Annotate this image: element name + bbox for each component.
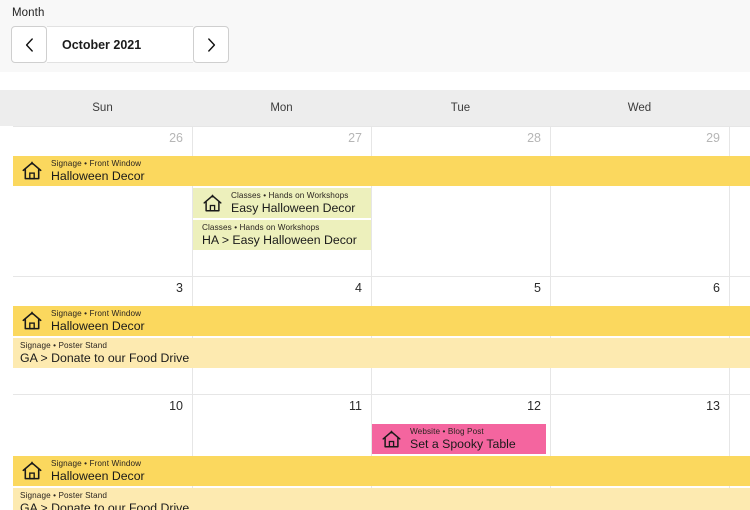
- event-title: Set a Spooky Table: [410, 436, 516, 451]
- event-category: Signage • Front Window: [51, 158, 142, 168]
- day-cell-7[interactable]: [729, 276, 750, 305]
- day-cell-13[interactable]: 13: [550, 394, 729, 423]
- event-halloween-decor[interactable]: Signage • Front Window Halloween Decor: [13, 306, 750, 336]
- current-month-display[interactable]: October 2021: [47, 26, 193, 63]
- event-set-a-spooky-table[interactable]: Website • Blog Post Set a Spooky Table: [372, 424, 546, 454]
- day-cell-14[interactable]: [729, 394, 750, 423]
- event-ha-easy-halloween-decor[interactable]: Classes • Hands on Workshops HA > Easy H…: [193, 220, 371, 250]
- event-category: Signage • Poster Stand: [20, 340, 107, 350]
- day-cell-11[interactable]: 11: [192, 394, 371, 423]
- calendar-week-3: 10 11 12 13 Website • Blog Post Set a Sp…: [0, 394, 750, 510]
- day-cell-28[interactable]: 28: [371, 126, 550, 155]
- month-field-label: Month: [12, 7, 45, 19]
- grid-lines: [0, 187, 750, 219]
- day-header-thu: Thu: [729, 90, 750, 126]
- event-title: Halloween Decor: [51, 318, 145, 333]
- week-1-event-row-2: Classes • Hands on Workshops Easy Hallow…: [0, 187, 750, 219]
- next-month-button[interactable]: [193, 26, 229, 63]
- day-cell-6[interactable]: 6: [550, 276, 729, 305]
- week-2-event-row-1: Signage • Front Window Halloween Decor: [0, 305, 750, 337]
- day-of-week-header: Sun Mon Tue Wed Thu: [0, 90, 750, 126]
- day-cell-4[interactable]: 4: [192, 276, 371, 305]
- event-category: Classes • Hands on Workshops: [231, 190, 349, 200]
- event-category: Classes • Hands on Workshops: [202, 222, 320, 232]
- calendar-grid: Sun Mon Tue Wed Thu 26 27 28 29: [0, 90, 750, 510]
- event-title: Halloween Decor: [51, 168, 145, 183]
- day-header-wed: Wed: [627, 102, 652, 114]
- event-halloween-decor[interactable]: Signage • Front Window Halloween Decor: [13, 456, 750, 486]
- calendar-week-1: 26 27 28 29 Signage • Front Window Hallo…: [0, 126, 750, 276]
- week-1-event-row-3: Classes • Hands on Workshops HA > Easy H…: [0, 219, 750, 276]
- month-selector: October 2021: [11, 26, 229, 63]
- day-cell-10[interactable]: 10: [13, 394, 192, 423]
- event-category: Website • Blog Post: [410, 426, 484, 436]
- home-icon: [20, 459, 44, 483]
- day-header-sun: Sun: [92, 102, 113, 114]
- event-title: Halloween Decor: [51, 468, 145, 483]
- day-cell-29[interactable]: 29: [550, 126, 729, 155]
- event-category: Signage • Poster Stand: [20, 490, 107, 500]
- toolbar: Month October 2021: [0, 0, 750, 72]
- home-icon: [20, 309, 44, 333]
- calendar-week-2: 3 4 5 6 Signage • Front Window Halloween…: [0, 276, 750, 394]
- chevron-left-icon: [25, 37, 34, 52]
- event-donate-food-drive[interactable]: Signage • Poster Stand GA > Donate to ou…: [13, 488, 750, 510]
- event-title: GA > Donate to our Food Drive: [20, 500, 190, 510]
- day-header-mon: Mon: [270, 102, 293, 114]
- day-cell-26[interactable]: 26: [13, 126, 192, 155]
- event-category: Signage • Front Window: [51, 308, 142, 318]
- home-icon: [200, 191, 224, 215]
- day-cell-30[interactable]: [729, 126, 750, 155]
- week-3-event-row-1: Website • Blog Post Set a Spooky Table: [0, 423, 750, 455]
- event-donate-food-drive[interactable]: Signage • Poster Stand GA > Donate to ou…: [13, 338, 750, 368]
- week-3-day-numbers: 10 11 12 13: [0, 394, 750, 423]
- event-category: Signage • Front Window: [51, 458, 142, 468]
- event-title: GA > Donate to our Food Drive: [20, 350, 190, 365]
- week-3-event-row-3: Signage • Poster Stand GA > Donate to ou…: [0, 487, 750, 510]
- event-title: Easy Halloween Decor: [231, 200, 356, 215]
- day-header-tue: Tue: [450, 102, 471, 114]
- week-2-event-row-2: Signage • Poster Stand GA > Donate to ou…: [0, 337, 750, 394]
- prev-month-button[interactable]: [11, 26, 47, 63]
- grid-lines: [0, 219, 750, 276]
- week-1-event-row-1: Signage • Front Window Halloween Decor: [0, 155, 750, 187]
- day-cell-3[interactable]: 3: [13, 276, 192, 305]
- day-cell-12[interactable]: 12: [371, 394, 550, 423]
- chevron-right-icon: [207, 37, 216, 52]
- day-cell-27[interactable]: 27: [192, 126, 371, 155]
- home-icon: [20, 159, 44, 183]
- week-3-event-row-2: Signage • Front Window Halloween Decor: [0, 455, 750, 487]
- event-title: HA > Easy Halloween Decor: [202, 232, 357, 247]
- event-halloween-decor[interactable]: Signage • Front Window Halloween Decor: [13, 156, 750, 186]
- event-easy-halloween-decor[interactable]: Classes • Hands on Workshops Easy Hallow…: [193, 188, 371, 218]
- day-cell-5[interactable]: 5: [371, 276, 550, 305]
- week-2-day-numbers: 3 4 5 6: [0, 276, 750, 305]
- week-1-day-numbers: 26 27 28 29: [0, 126, 750, 155]
- home-icon: [379, 427, 403, 451]
